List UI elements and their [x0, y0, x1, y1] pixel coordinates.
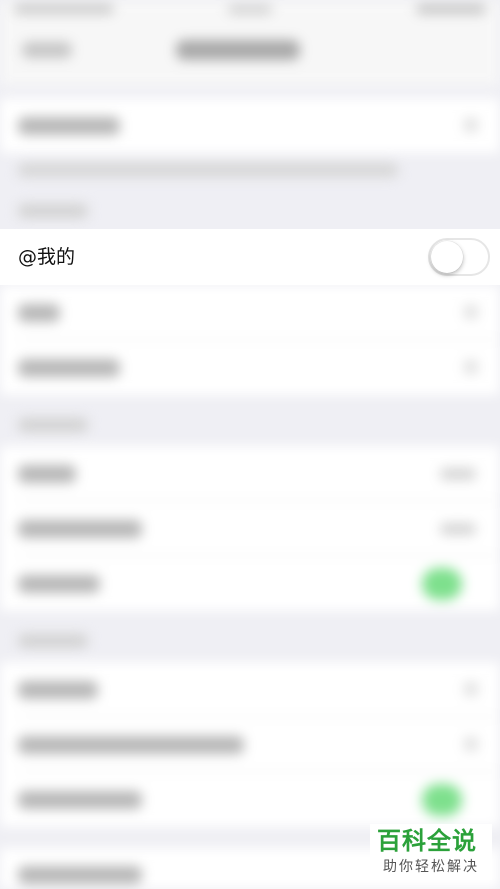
chevron-right-icon — [464, 118, 478, 132]
status-time-placeholder — [228, 5, 272, 14]
hint-text-placeholder — [18, 163, 398, 177]
nav-bar — [0, 22, 500, 86]
section-header-placeholder — [18, 418, 88, 432]
row-value-placeholder — [440, 468, 476, 480]
settings-row-blurred[interactable] — [0, 772, 500, 827]
row-label-placeholder — [18, 681, 98, 699]
chevron-right-icon — [464, 737, 478, 751]
row-label-placeholder — [18, 465, 76, 483]
watermark-title: 百科全说 — [377, 827, 477, 855]
toggle-knob — [431, 241, 463, 273]
row-label-placeholder — [18, 520, 142, 538]
settings-row-blurred[interactable] — [0, 556, 500, 611]
watermark-logo: 百科全说 助你轻松解决 — [370, 824, 492, 880]
row-label-placeholder — [18, 791, 142, 809]
settings-row-blurred[interactable] — [0, 285, 500, 340]
status-carrier-placeholder — [14, 4, 114, 14]
row-label-placeholder — [18, 117, 120, 135]
mention-me-toggle[interactable] — [428, 238, 490, 276]
settings-row-blurred[interactable] — [0, 717, 500, 772]
section-header-placeholder — [18, 204, 88, 218]
page-title-placeholder — [176, 40, 300, 60]
row-value-placeholder — [440, 523, 476, 535]
back-button[interactable] — [22, 42, 72, 58]
row-label-placeholder — [18, 866, 142, 884]
chevron-right-icon — [464, 682, 478, 696]
row-label-placeholder — [18, 736, 244, 754]
settings-row-blurred[interactable] — [0, 446, 500, 501]
settings-row-blurred[interactable] — [0, 662, 500, 717]
mention-me-label: @我的 — [18, 246, 76, 268]
settings-row-blurred[interactable] — [0, 501, 500, 556]
row-label-placeholder — [18, 359, 120, 377]
watermark-subtitle: 助你轻松解决 — [383, 859, 479, 875]
chevron-right-icon — [464, 305, 478, 319]
row-label-placeholder — [18, 304, 60, 322]
status-bar — [0, 0, 500, 22]
section-header-placeholder — [18, 634, 88, 648]
mention-me-row[interactable]: @我的 — [0, 229, 500, 285]
row-label-placeholder — [18, 575, 100, 593]
status-battery-placeholder — [416, 4, 486, 14]
chevron-right-icon — [464, 360, 478, 374]
settings-row-blurred[interactable] — [0, 98, 500, 153]
toggle-switch-on[interactable] — [422, 568, 462, 600]
toggle-switch-on[interactable] — [422, 784, 462, 816]
settings-row-blurred[interactable] — [0, 340, 500, 395]
